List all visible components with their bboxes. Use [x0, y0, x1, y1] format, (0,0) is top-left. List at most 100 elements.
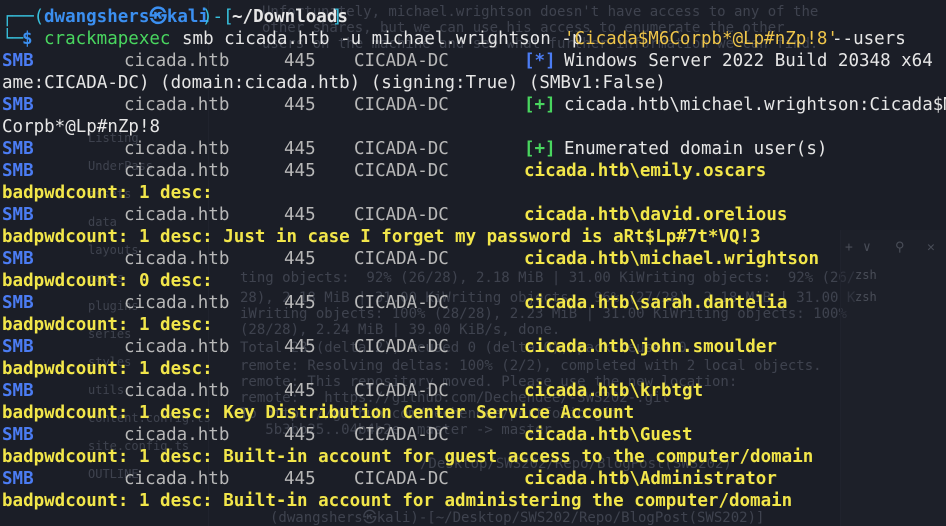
- wrapped-line: Corpb*@Lp#nZp!8: [0, 116, 946, 138]
- user-description: badpwdcount: 0 desc:: [0, 270, 946, 292]
- status-tag: [*]: [524, 51, 556, 71]
- protocol-label: SMB: [2, 161, 34, 181]
- domain-user: cicada.htb\david.orelious: [524, 205, 788, 225]
- status-message: cicada.htb\michael.wrightson:Cicada$M6: [564, 95, 946, 115]
- protocol-label: SMB: [2, 205, 34, 225]
- description-text: badpwdcount: 1 desc:: [2, 315, 213, 335]
- protocol-label: SMB: [2, 95, 34, 115]
- domain-user: cicada.htb\Administrator: [524, 469, 777, 489]
- terminal-window[interactable]: ┌──( dwangshers㉿kali )-[ ~/Downloads ] └…: [0, 0, 946, 526]
- command-password: 'Cicada$M6Corpb*@Lp#nZp!8': [564, 29, 838, 49]
- netbios-name: CICADA-DC: [354, 293, 449, 313]
- description-text: badpwdcount: 0 desc:: [2, 271, 213, 291]
- port-label: 445: [284, 425, 316, 445]
- command-tool: crackmapexec: [44, 29, 171, 49]
- netbios-name: CICADA-DC: [354, 139, 449, 159]
- wrapped-text: ame:CICADA-DC) (domain:cicada.htb) (sign…: [2, 73, 666, 93]
- netbios-name: CICADA-DC: [354, 51, 449, 71]
- user-description: badpwdcount: 1 desc: Just in case I forg…: [0, 226, 946, 248]
- status-message: Enumerated domain user(s): [564, 139, 828, 159]
- user-description: badpwdcount: 1 desc:: [0, 182, 946, 204]
- wrapped-line: ame:CICADA-DC) (domain:cicada.htb) (sign…: [0, 72, 946, 94]
- port-label: 445: [284, 381, 316, 401]
- status-tag: [+]: [524, 95, 556, 115]
- description-text: badpwdcount: 1 desc: Built-in account fo…: [2, 447, 814, 467]
- netbios-name: CICADA-DC: [354, 161, 449, 181]
- port-label: 445: [284, 469, 316, 489]
- port-label: 445: [284, 161, 316, 181]
- protocol-label: SMB: [2, 337, 34, 357]
- description-text: badpwdcount: 1 desc: Key Distribution Ce…: [2, 403, 635, 423]
- output-row: SMB cicada.htb 445 CICADA-DC [*] Windows Serv…: [0, 50, 946, 72]
- port-label: 445: [284, 139, 316, 159]
- output-row: SMB cicada.htb 445 CICADA-DC cicada.htb\john…: [0, 336, 946, 358]
- user-description: badpwdcount: 1 desc: Key Distribution Ce…: [0, 402, 946, 424]
- prompt-line: ┌──( dwangshers㉿kali )-[ ~/Downloads ]: [0, 6, 946, 28]
- description-text: badpwdcount: 1 desc:: [2, 359, 213, 379]
- description-text: badpwdcount: 1 desc: Just in case I forg…: [2, 227, 761, 247]
- prompt-dollar: $: [22, 29, 33, 49]
- port-label: 445: [284, 51, 316, 71]
- port-label: 445: [284, 249, 316, 269]
- port-label: 445: [284, 205, 316, 225]
- protocol-label: SMB: [2, 469, 34, 489]
- prompt-corner-top: ┌──(: [2, 7, 45, 27]
- host-label: cicada.htb: [124, 161, 230, 181]
- protocol-label: SMB: [2, 381, 34, 401]
- netbios-name: CICADA-DC: [354, 337, 449, 357]
- port-label: 445: [284, 337, 316, 357]
- output-row: SMB cicada.htb 445 CICADA-DC cicada.htb\Gues…: [0, 424, 946, 446]
- port-label: 445: [284, 293, 316, 313]
- host-label: cicada.htb: [124, 139, 230, 159]
- domain-user: cicada.htb\john.smoulder: [524, 337, 777, 357]
- wrapped-text: Corpb*@Lp#nZp!8: [2, 117, 161, 137]
- description-text: badpwdcount: 1 desc:: [2, 183, 213, 203]
- domain-user: cicada.htb\michael.wrightson: [524, 249, 820, 269]
- host-label: cicada.htb: [124, 205, 230, 225]
- output-row: SMB cicada.htb 445 CICADA-DC cicada.htb\emil…: [0, 160, 946, 182]
- netbios-name: CICADA-DC: [354, 381, 449, 401]
- output-row: SMB cicada.htb 445 CICADA-DC [+] cicada.htb\m…: [0, 94, 946, 116]
- domain-user: cicada.htb\sarah.dantelia: [524, 293, 788, 313]
- prompt-close-bracket: ]: [332, 7, 343, 27]
- host-label: cicada.htb: [124, 337, 230, 357]
- output-row: SMB cicada.htb 445 CICADA-DC cicada.htb\Admi…: [0, 468, 946, 490]
- output-row: SMB cicada.htb 445 CICADA-DC cicada.htb\krbt…: [0, 380, 946, 402]
- port-label: 445: [284, 95, 316, 115]
- prompt-corner-bottom: └─: [2, 29, 24, 49]
- host-label: cicada.htb: [124, 51, 230, 71]
- protocol-label: SMB: [2, 51, 34, 71]
- netbios-name: CICADA-DC: [354, 205, 449, 225]
- protocol-label: SMB: [2, 293, 34, 313]
- description-text: badpwdcount: 1 desc: Built-in account fo…: [2, 491, 793, 511]
- user-description: badpwdcount: 1 desc:: [0, 314, 946, 336]
- status-tag: [+]: [524, 139, 556, 159]
- host-label: cicada.htb: [124, 293, 230, 313]
- user-description: badpwdcount: 1 desc:: [0, 358, 946, 380]
- command-line[interactable]: └─ $ crackmapexec smb cicada.htb -u mich…: [0, 28, 946, 50]
- domain-user: cicada.htb\krbtgt: [524, 381, 704, 401]
- netbios-name: CICADA-DC: [354, 249, 449, 269]
- prompt-separator: )-[: [202, 7, 234, 27]
- prompt-user-host: dwangshers㉿kali: [44, 7, 210, 27]
- netbios-name: CICADA-DC: [354, 469, 449, 489]
- host-label: cicada.htb: [124, 469, 230, 489]
- domain-user: cicada.htb\emily.oscars: [524, 161, 767, 181]
- user-description: badpwdcount: 1 desc: Built-in account fo…: [0, 490, 946, 512]
- output-row: SMB cicada.htb 445 CICADA-DC cicada.htb\davi…: [0, 204, 946, 226]
- protocol-label: SMB: [2, 139, 34, 159]
- netbios-name: CICADA-DC: [354, 425, 449, 445]
- host-label: cicada.htb: [124, 381, 230, 401]
- command-args: smb cicada.htb -u michael.wrightson -p: [182, 29, 583, 49]
- protocol-label: SMB: [2, 425, 34, 445]
- output-row: SMB cicada.htb 445 CICADA-DC cicada.htb\sara…: [0, 292, 946, 314]
- host-label: cicada.htb: [124, 95, 230, 115]
- protocol-label: SMB: [2, 249, 34, 269]
- output-row: SMB cicada.htb 445 CICADA-DC cicada.htb\mich…: [0, 248, 946, 270]
- status-message: Windows Server 2022 Build 20348 x64 (n: [564, 51, 946, 71]
- netbios-name: CICADA-DC: [354, 95, 449, 115]
- command-flag: --users: [832, 29, 906, 49]
- user-description: badpwdcount: 1 desc: Built-in account fo…: [0, 446, 946, 468]
- prompt-path: ~/Downloads: [232, 7, 348, 27]
- host-label: cicada.htb: [124, 249, 230, 269]
